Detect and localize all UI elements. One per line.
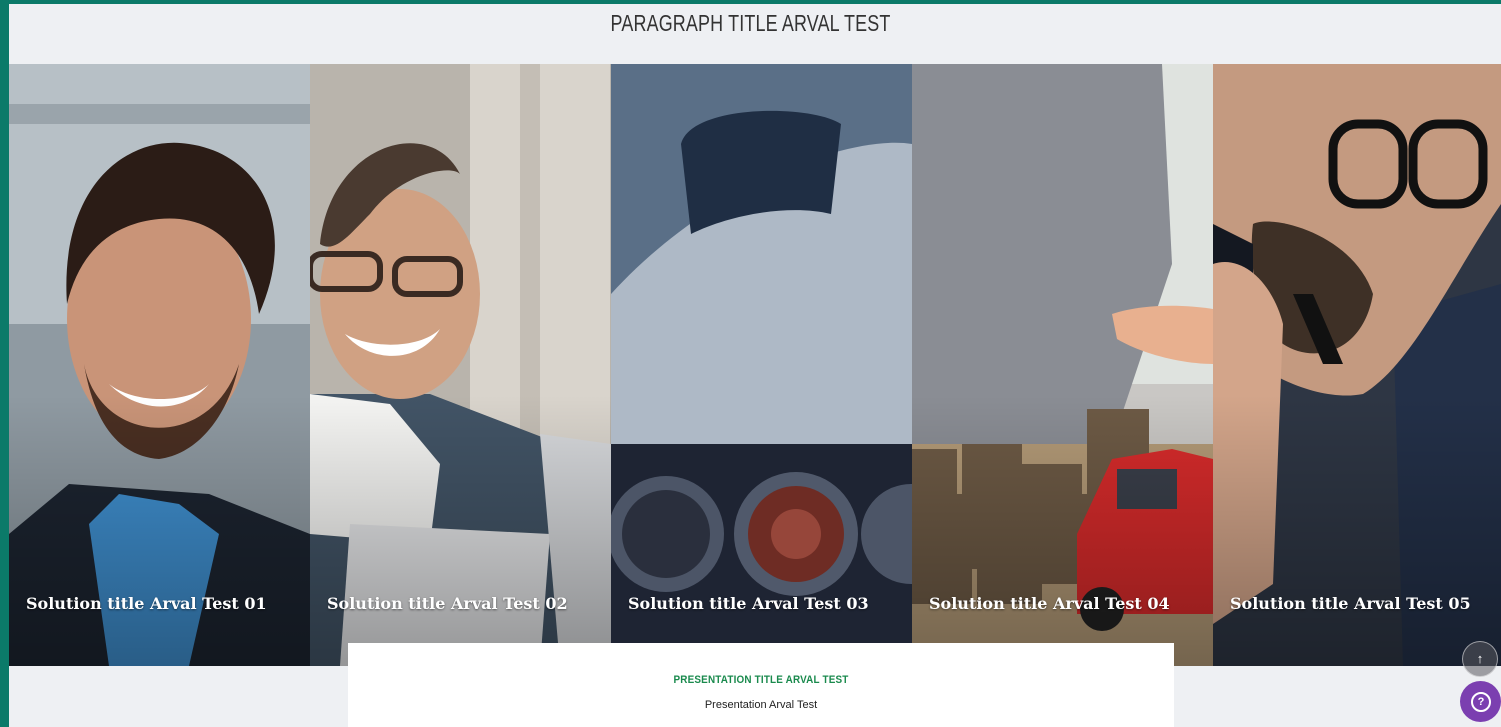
solution-title-02: Solution title Arval Test 02 bbox=[327, 594, 568, 613]
arrow-up-icon: ↑ bbox=[1476, 651, 1484, 666]
solution-card-03[interactable]: Solution title Arval Test 03 bbox=[611, 64, 912, 666]
solution-title-01: Solution title Arval Test 01 bbox=[26, 594, 267, 613]
presentation-title: PRESENTATION TITLE ARVAL TEST bbox=[673, 674, 849, 686]
presentation-text: Presentation Arval Test bbox=[704, 699, 818, 711]
solutions-gallery: Solution title Arval Test 01 Solution ti… bbox=[9, 64, 1501, 666]
solution-image-03 bbox=[611, 64, 912, 643]
solution-title-05: Solution title Arval Test 05 bbox=[1230, 594, 1471, 613]
scroll-to-top-button[interactable]: ↑ bbox=[1462, 641, 1498, 677]
solution-card-02[interactable]: Solution title Arval Test 02 bbox=[310, 64, 611, 666]
solution-card-04[interactable]: Solution title Arval Test 04 bbox=[912, 64, 1213, 666]
solution-card-05[interactable]: Solution title Arval Test 05 bbox=[1213, 64, 1501, 666]
help-chat-button[interactable]: ? bbox=[1460, 681, 1501, 722]
left-accent-bar bbox=[0, 0, 9, 727]
solution-card-01[interactable]: Solution title Arval Test 01 bbox=[9, 64, 310, 666]
paragraph-title: PARAGRAPH TITLE ARVAL TEST bbox=[610, 10, 891, 36]
solution-title-03: Solution title Arval Test 03 bbox=[628, 594, 869, 613]
presentation-box: PRESENTATION TITLE ARVAL TEST Presentati… bbox=[348, 643, 1174, 727]
question-chat-icon: ? bbox=[1471, 692, 1491, 712]
top-accent-bar bbox=[0, 0, 1501, 4]
solution-title-04: Solution title Arval Test 04 bbox=[929, 594, 1170, 613]
